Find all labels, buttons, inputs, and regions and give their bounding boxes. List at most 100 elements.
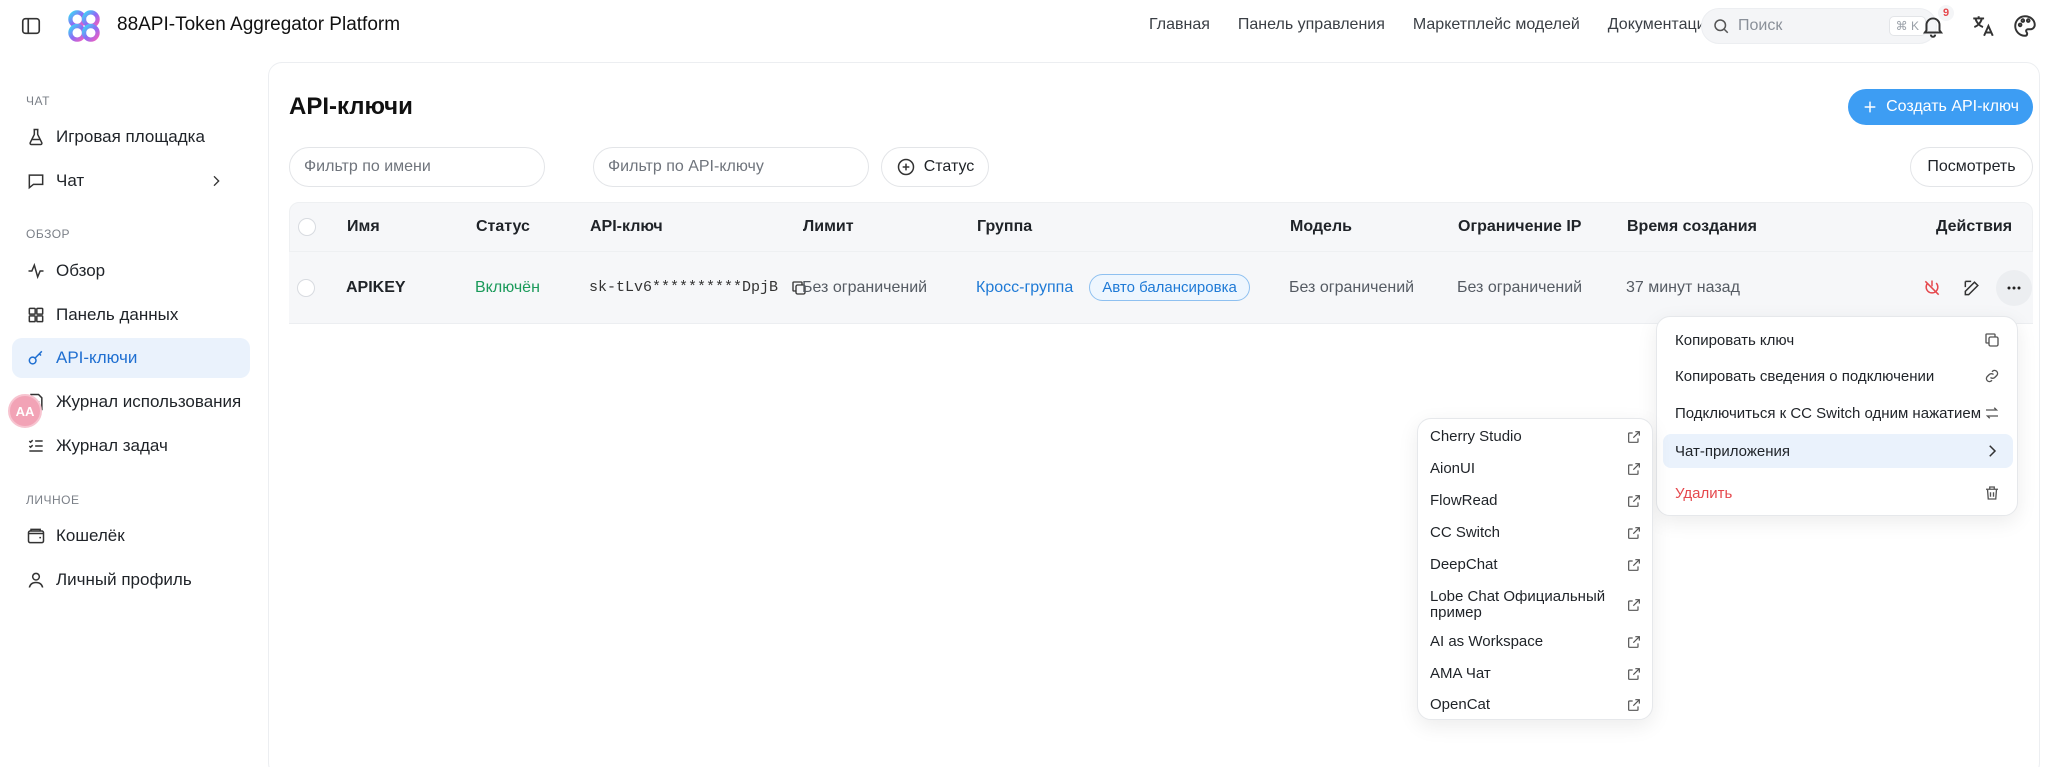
chat-app-label: FlowRead [1430, 492, 1498, 509]
top-nav: Главная Панель управления Маркетплейс мо… [1149, 16, 1714, 34]
column-header[interactable]: API-ключ [590, 203, 663, 251]
view-button[interactable]: Посмотреть [1910, 147, 2033, 187]
brand-logo-icon [68, 10, 100, 42]
group-link[interactable]: Кросс-группа [976, 279, 1073, 297]
column-header[interactable]: Имя [347, 203, 380, 251]
edit-icon [1964, 280, 1979, 296]
nav-marketplace[interactable]: Маркетплейс моделей [1413, 16, 1580, 34]
column-header[interactable]: Лимит [803, 203, 854, 251]
column-header[interactable]: Статус [476, 203, 530, 251]
key-icon [28, 350, 43, 365]
list-check-icon [28, 439, 43, 452]
chat-app-item[interactable]: DeepChat [1430, 556, 1642, 574]
menu-item-label: Копировать сведения о подключении [1675, 367, 1935, 385]
floating-avatar[interactable]: AA [8, 394, 42, 428]
more-horizontal-icon [2007, 286, 2021, 290]
grid-icon [28, 307, 44, 323]
more-actions-button[interactable] [1996, 270, 2032, 306]
sidebar-item-label: Журнал задач [56, 436, 168, 455]
chevron-right-icon [1989, 445, 1997, 457]
palette-icon[interactable] [2012, 13, 2038, 39]
menu-chat-apps[interactable]: Чат-приложения [1663, 434, 2013, 468]
sidebar-item-label: Журнал использования [56, 392, 242, 411]
sidebar-item-profile[interactable]: Личный профиль [12, 560, 250, 600]
sidebar-item-data-panel[interactable]: Панель данных [12, 295, 250, 335]
menu-copy-key[interactable]: Копировать ключ [1663, 323, 2013, 357]
disable-button[interactable] [1918, 274, 1946, 302]
model-value: Без ограничений [1289, 278, 1415, 296]
filter-key-input[interactable] [593, 147, 869, 187]
chat-app-item[interactable]: AionUI [1430, 460, 1642, 478]
chat-apps-submenu: Cherry Studio AionUI FlowRead CC Switch … [1417, 418, 1653, 720]
sidebar-item-label: Личный профиль [56, 570, 192, 589]
ip-limit-value: Без ограничений [1457, 278, 1583, 296]
notification-badge: 9 [1938, 5, 1954, 21]
sidebar-item-chat[interactable]: Чат [12, 161, 250, 201]
chat-app-item[interactable]: AI as Workspace [1430, 633, 1642, 651]
nav-dashboard[interactable]: Панель управления [1238, 16, 1385, 34]
chat-app-item[interactable]: AMA Чат [1430, 665, 1642, 683]
actions-menu: Копировать ключ Копировать сведения о по… [1656, 316, 2018, 516]
search-box[interactable]: ⌘ K [1701, 8, 1937, 44]
chat-app-item[interactable]: Lobe Chat Официальный пример [1430, 587, 1642, 623]
create-api-key-button[interactable]: Создать API-ключ [1848, 89, 2033, 125]
menu-copy-connection[interactable]: Копировать сведения о подключении [1663, 359, 2013, 393]
chat-app-label: AionUI [1430, 460, 1476, 477]
external-link-icon [1628, 463, 1640, 475]
chat-app-item[interactable]: OpenCat [1430, 696, 1642, 714]
menu-cc-switch[interactable]: Подключиться к CC Switch одним нажатием [1663, 396, 2013, 430]
column-header[interactable]: Модель [1290, 203, 1352, 251]
user-icon [28, 572, 44, 588]
row-checkbox[interactable] [297, 278, 315, 297]
create-api-key-label: Создать API-ключ [1886, 98, 2019, 115]
table-header: Имя Статус API-ключ Лимит Группа Модель … [289, 202, 2033, 252]
filter-name-input[interactable] [289, 147, 545, 187]
select-all-checkbox[interactable] [298, 218, 316, 236]
brand-name: 88API-Token Aggregator Platform [117, 14, 401, 35]
sidebar-item-label: Игровая площадка [56, 127, 205, 146]
sidebar-item-usage-log[interactable]: Журнал использования [12, 382, 250, 422]
chat-icon [28, 174, 44, 190]
column-header[interactable]: Ограничение IP [1458, 203, 1581, 251]
external-link-icon [1628, 636, 1640, 648]
select-all-cell [298, 203, 316, 251]
menu-delete[interactable]: Удалить [1663, 476, 2013, 510]
edit-button[interactable] [1958, 274, 1986, 302]
sidebar-item-label: API-ключи [56, 348, 138, 367]
plus-icon [1864, 101, 1876, 113]
key-name: APIKEY [346, 278, 406, 296]
chat-app-label: OpenCat [1430, 696, 1491, 713]
sidebar-item-overview[interactable]: Обзор [12, 251, 250, 291]
sidebar-item-api-keys[interactable]: API-ключи [12, 338, 250, 378]
plus-circle-icon [897, 158, 914, 176]
nav-home[interactable]: Главная [1149, 16, 1210, 34]
external-link-icon [1628, 668, 1640, 680]
sidebar-item-wallet[interactable]: Кошелёк [12, 516, 250, 556]
swap-icon [1985, 407, 1999, 419]
nav-docs[interactable]: Документация [1608, 16, 1714, 34]
column-header[interactable]: Группа [977, 203, 1032, 251]
sidebar-item-task-log[interactable]: Журнал задач [12, 426, 250, 466]
translate-icon[interactable] [1970, 13, 1996, 39]
status-badge: Включён [475, 278, 540, 296]
created-time: 37 минут назад [1626, 278, 1740, 296]
group-cell: Кросс-группа Авто балансировка [976, 252, 1250, 323]
chat-app-item[interactable]: CC Switch [1430, 524, 1642, 542]
status-filter-button[interactable]: Статус [881, 147, 989, 187]
external-link-icon [1628, 599, 1640, 611]
copy-icon [1985, 333, 1999, 347]
sidebar-item-label: Обзор [56, 261, 106, 280]
table-row: APIKEY Включён sk-tLv6**********DpjB Без… [289, 252, 2033, 324]
sidebar-toggle-icon[interactable] [20, 15, 42, 37]
sidebar-item-label: Чат [56, 171, 85, 190]
column-header[interactable]: Время создания [1627, 203, 1757, 251]
sidebar-item-playground[interactable]: Игровая площадка [12, 117, 250, 157]
chat-app-item[interactable]: Cherry Studio [1430, 428, 1642, 446]
external-link-icon [1628, 431, 1640, 443]
api-key-value: sk-tLv6**********DpjB [589, 252, 808, 323]
row-select-cell [297, 252, 315, 323]
search-input[interactable] [1738, 17, 1868, 35]
flask-icon [29, 128, 43, 146]
chat-app-item[interactable]: FlowRead [1430, 492, 1642, 510]
chat-app-label: AI as Workspace [1430, 633, 1544, 650]
